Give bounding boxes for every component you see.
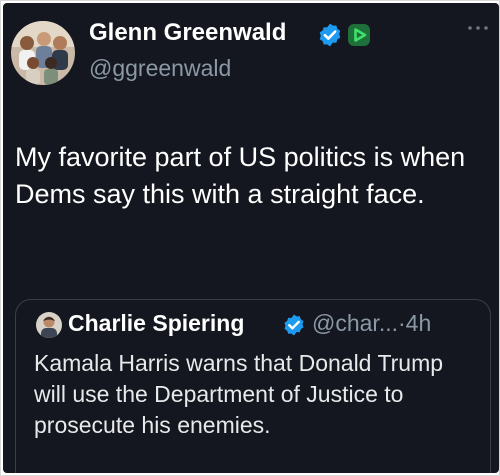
meta-separator: ·: [398, 310, 406, 336]
quoted-tweet-time[interactable]: 4h: [406, 310, 432, 336]
tweet-text: My favorite part of US politics is when …: [15, 142, 466, 209]
play-icon: [348, 24, 370, 46]
quoted-author-handle[interactable]: @char...: [312, 310, 398, 336]
quoted-tweet-text: Kamala Harris warns that Donald Trump wi…: [34, 350, 444, 438]
author-avatar[interactable]: [11, 21, 75, 85]
author-name[interactable]: Glenn Greenwald: [89, 19, 286, 47]
author-handle[interactable]: @ggreenwald: [89, 55, 231, 82]
verified-check-icon: [284, 314, 304, 336]
more-horizontal-icon[interactable]: [465, 21, 491, 35]
avatar-photo: [36, 312, 62, 338]
quoted-author-avatar[interactable]: [36, 312, 62, 338]
verified-check-icon: [319, 23, 341, 47]
tweet-card: Glenn Greenwald @ggreenwald My favorite …: [3, 3, 499, 473]
screenshot-frame: Glenn Greenwald @ggreenwald My favorite …: [0, 0, 500, 476]
quoted-tweet-meta: @char...·4h: [312, 310, 431, 337]
quoted-tweet[interactable]: Charlie Spiering @char...·4h Kamala Harr…: [15, 299, 491, 473]
quoted-author-name[interactable]: Charlie Spiering: [68, 310, 244, 337]
avatar-photo: [11, 21, 75, 85]
